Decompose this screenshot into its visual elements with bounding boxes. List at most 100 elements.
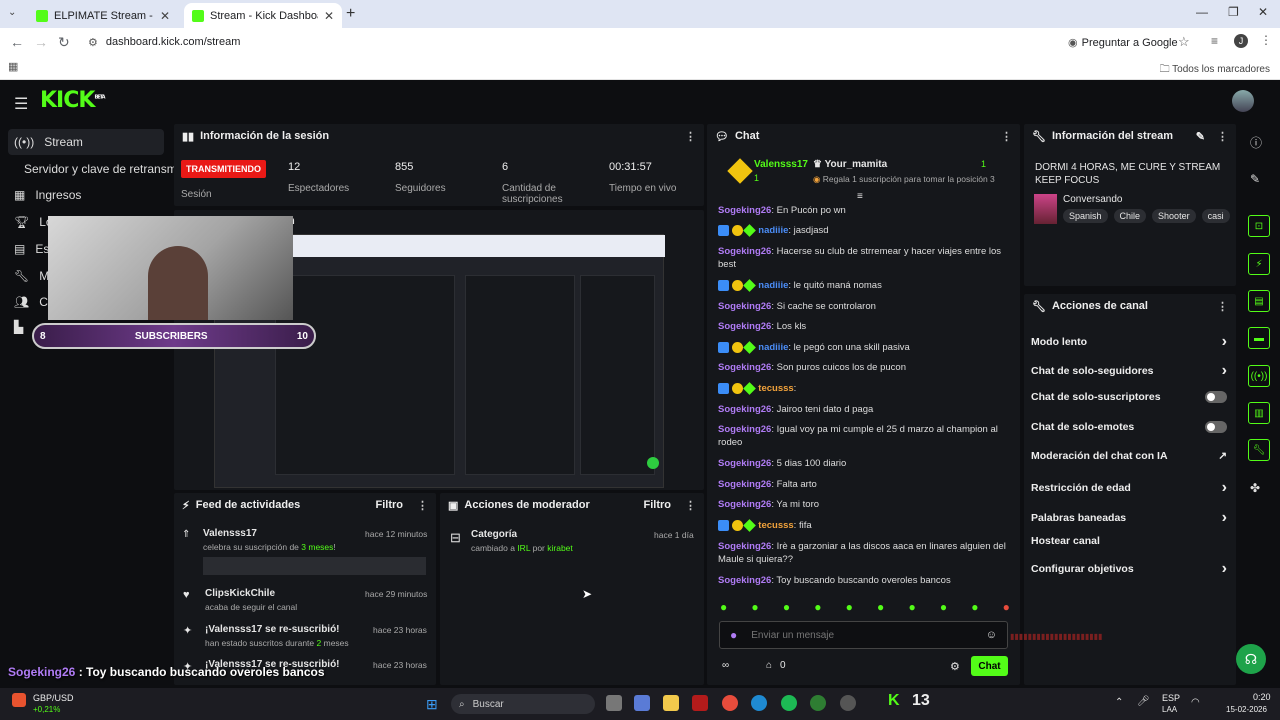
chevron-right-icon[interactable]: ›: [1222, 362, 1227, 380]
more-icon[interactable]: ⋮: [685, 130, 696, 143]
rail-button-notes[interactable]: ▤: [1248, 290, 1270, 312]
mic-tray-icon[interactable]: 🎤︎: [1137, 696, 1150, 707]
rail-button-broadcast[interactable]: ((•)): [1248, 365, 1270, 387]
task-view-icon[interactable]: [606, 695, 622, 711]
chevron-right-icon[interactable]: ›: [1222, 333, 1227, 351]
spotify-icon[interactable]: [781, 695, 797, 711]
chat-message[interactable]: Sogeking26: Ya mi toro: [718, 498, 1008, 511]
chat-message[interactable]: Sogeking26: Si cache se controlaron: [718, 300, 1008, 313]
rail-button-chat[interactable]: ▬: [1248, 327, 1270, 349]
chat-message-field[interactable]: [751, 629, 972, 641]
channel-action-row[interactable]: Palabras baneadas ›: [1031, 509, 1227, 527]
rail-button-bolt[interactable]: ⚡︎: [1248, 253, 1270, 275]
chat-message[interactable]: Sogeking26: Toy buscando buscando overol…: [718, 574, 1008, 587]
apps-grid-icon[interactable]: ▦: [8, 60, 18, 73]
window-close-icon[interactable]: ✕: [1258, 5, 1268, 19]
taskbar-date[interactable]: 15-02-2026: [1226, 705, 1267, 714]
taskbar-time[interactable]: 0:20: [1253, 692, 1271, 702]
obs-icon[interactable]: [840, 695, 856, 711]
browser-tab-elpimate[interactable]: ELPIMATE Stream - Watch Live ✕: [28, 3, 178, 28]
rail-button-media[interactable]: ▥: [1248, 402, 1270, 424]
chat-username[interactable]: Sogeking26: [718, 541, 771, 552]
chat-username[interactable]: Sogeking26: [718, 246, 771, 257]
new-tab-icon[interactable]: +: [346, 5, 355, 23]
emoji-icon[interactable]: ☺: [986, 629, 997, 641]
chat-message[interactable]: nadiiie: le quitó maná nomas: [718, 279, 1008, 292]
chat-username[interactable]: nadiiie: [758, 342, 788, 353]
chat-message[interactable]: nadiiie: jasdjasd: [718, 224, 1008, 237]
site-info-icon[interactable]: ⚙: [88, 36, 98, 49]
rail-button-target[interactable]: ⊡: [1248, 215, 1270, 237]
chat-settings-icon[interactable]: ⚙: [950, 660, 960, 673]
channel-action-row[interactable]: Chat de solo-suscriptores: [1031, 391, 1227, 403]
channel-action-row[interactable]: Restricción de edad ›: [1031, 479, 1227, 497]
channel-action-row[interactable]: Moderación del chat con IA ↗: [1031, 450, 1227, 462]
all-bookmarks-link[interactable]: 🗀 Todos los marcadores: [1160, 62, 1270, 79]
bookmark-star-icon[interactable]: ☆: [1178, 34, 1190, 50]
edge-icon[interactable]: [751, 695, 767, 711]
chat-message[interactable]: Sogeking26: Falta arto: [718, 478, 1008, 491]
edit-icon[interactable]: ✎: [1196, 130, 1205, 143]
forward-icon[interactable]: →: [34, 34, 48, 50]
url-field[interactable]: ⚙ dashboard.kick.com/stream: [88, 31, 1048, 53]
sidebar-item-server-key[interactable]: Servidor y clave de retransmi: [18, 156, 174, 182]
browser-tab-dashboard[interactable]: Stream - Kick Dashboard ✕: [184, 3, 342, 28]
chat-message[interactable]: Sogeking26: 5 dias 100 diario: [718, 457, 1008, 470]
chat-message[interactable]: Sogeking26: Igual voy pa mi cumple el 25…: [718, 423, 1008, 449]
channel-action-row[interactable]: Chat de solo-seguidores ›: [1031, 362, 1227, 380]
chat-username[interactable]: Sogeking26: [718, 404, 771, 415]
file-explorer-icon[interactable]: [663, 695, 679, 711]
chat-username[interactable]: Sogeking26: [718, 499, 771, 510]
emote-icon[interactable]: ●: [877, 600, 884, 614]
wifi-icon[interactable]: ◠: [1191, 697, 1200, 708]
toggle-switch[interactable]: [1205, 391, 1227, 403]
user-avatar[interactable]: [1232, 90, 1254, 112]
channel-action-row[interactable]: Modo lento ›: [1031, 333, 1227, 351]
emote-icon[interactable]: ●: [783, 600, 790, 614]
chevron-right-icon[interactable]: ›: [1222, 509, 1227, 527]
chat-username[interactable]: Sogeking26: [718, 301, 771, 312]
chat-message[interactable]: nadiiie: le pegó con una skill pasiva: [718, 341, 1008, 354]
chat-send-button[interactable]: Chat: [971, 656, 1008, 676]
ask-google-button[interactable]: ◉ Preguntar a Google: [1068, 36, 1178, 50]
chat-username[interactable]: Sogeking26: [718, 458, 771, 469]
chat-username[interactable]: Sogeking26: [718, 321, 771, 332]
chat-message[interactable]: Sogeking26: Los kls: [718, 320, 1008, 333]
edit-icon[interactable]: ✎: [1250, 172, 1260, 186]
external-link-icon[interactable]: ↗: [1218, 450, 1227, 462]
stats-icon[interactable]: ▙: [14, 320, 23, 334]
chat-message[interactable]: Sogeking26: Irè a garzoniar a las discos…: [718, 540, 1008, 566]
more-icon[interactable]: ⋮: [1217, 130, 1228, 143]
emote-icon[interactable]: ●: [1003, 600, 1010, 614]
maximize-icon[interactable]: ❐: [1228, 5, 1239, 19]
media-icon[interactable]: ≡: [1211, 34, 1218, 48]
tray-chevron-icon[interactable]: ⌃: [1115, 697, 1123, 708]
chrome-active-icon[interactable]: [810, 695, 826, 711]
chat-input[interactable]: ● ☺: [719, 621, 1008, 649]
minimize-icon[interactable]: —: [1196, 5, 1208, 19]
chat-username[interactable]: tecusss: [758, 383, 793, 394]
chat-username[interactable]: nadiiie: [758, 225, 788, 236]
more-icon[interactable]: ⋮: [1001, 130, 1012, 143]
rail-button-wrench[interactable]: 🔧︎: [1248, 439, 1270, 461]
emote-icon[interactable]: ●: [846, 600, 853, 614]
chat-message[interactable]: Sogeking26: Jairoo teni dato d paga: [718, 403, 1008, 416]
chat-username[interactable]: Sogeking26: [718, 205, 771, 216]
more-icon[interactable]: ⋮: [685, 499, 696, 512]
reload-icon[interactable]: ↻: [58, 34, 70, 51]
taskbar-search[interactable]: ⌕ Buscar: [451, 694, 595, 714]
channel-action-row[interactable]: Chat de solo-emotes: [1031, 421, 1227, 433]
kick-logo[interactable]: KICKBETA: [40, 88, 106, 113]
stock-icon[interactable]: [12, 693, 26, 707]
modactions-filter-button[interactable]: Filtro: [644, 499, 672, 512]
more-icon[interactable]: ⋮: [417, 499, 428, 512]
back-icon[interactable]: ←: [10, 34, 24, 50]
chat-username[interactable]: Sogeking26: [718, 479, 771, 490]
toggle-switch[interactable]: [1205, 421, 1227, 433]
gifter-name[interactable]: Valensss17: [754, 159, 808, 170]
hamburger-menu-icon[interactable]: ☰: [14, 94, 28, 114]
profile-avatar[interactable]: J: [1234, 34, 1248, 48]
recipient-name[interactable]: Your_mamita: [825, 159, 888, 170]
chat-message[interactable]: tecusss:: [718, 382, 1008, 395]
sidebar-item-stream[interactable]: ((•)) Stream: [8, 129, 164, 155]
